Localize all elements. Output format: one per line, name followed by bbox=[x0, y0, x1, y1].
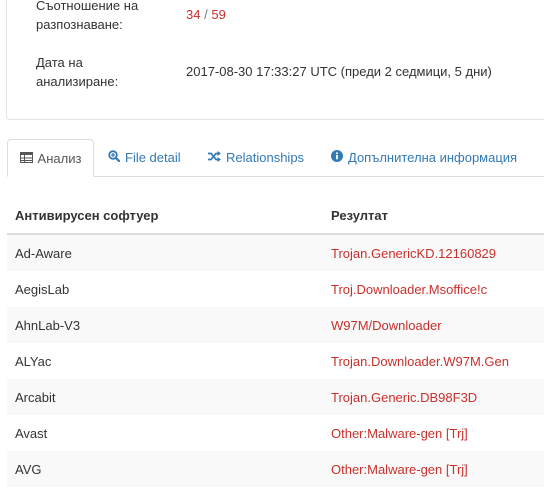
tab-bar: Анализ File detail Relationships Допълни… bbox=[7, 139, 544, 177]
table-row: AhnLab-V3 W97M/Downloader bbox=[7, 307, 544, 343]
antivirus-name: Ad-Aware bbox=[15, 246, 72, 261]
tab-analysis[interactable]: Анализ bbox=[7, 139, 94, 177]
detection-result: Troj.Downloader.Msoffice!c bbox=[331, 282, 488, 297]
table-icon bbox=[19, 140, 33, 178]
tab-file-detail[interactable]: File detail bbox=[108, 139, 181, 175]
detection-count: 34 bbox=[186, 7, 201, 22]
antivirus-name: AegisLab bbox=[15, 282, 70, 297]
detection-result: Other:Malware-gen [Trj] bbox=[331, 462, 468, 477]
column-header-result: Резултат bbox=[331, 208, 388, 223]
detection-result: Trojan.Downloader.W97M.Gen bbox=[331, 354, 509, 369]
table-row: Avast Other:Malware-gen [Trj] bbox=[7, 415, 544, 451]
table-row: AVG Other:Malware-gen [Trj] bbox=[7, 451, 544, 487]
tab-relationships[interactable]: Relationships bbox=[208, 139, 304, 175]
antivirus-name: Avast bbox=[15, 426, 48, 441]
tab-additional-info[interactable]: Допълнителна информация bbox=[331, 139, 517, 175]
detection-ratio-label-line1: Съотношение на bbox=[36, 0, 139, 13]
random-icon bbox=[208, 139, 221, 177]
detection-result: Trojan.GenericKD.12160829 bbox=[331, 246, 497, 261]
table-row: ALYac Trojan.Downloader.W97M.Gen bbox=[7, 343, 544, 379]
table-row: Ad-Aware Trojan.GenericKD.12160829 bbox=[7, 235, 544, 271]
analysis-date-value: 2017-08-30 17:33:27 UTC (преди 2 седмици… bbox=[186, 64, 492, 79]
info-circle-icon bbox=[331, 139, 343, 177]
analysis-date-label-line2: анализиране: bbox=[36, 74, 119, 89]
analysis-date-label: Дата на анализиране: bbox=[36, 53, 166, 91]
tab-relationships-label: Relationships bbox=[226, 150, 305, 165]
antivirus-name: Arcabit bbox=[15, 390, 56, 405]
antivirus-name: ALYac bbox=[15, 354, 52, 369]
ratio-separator: / bbox=[204, 7, 208, 22]
table-row: Arcabit Trojan.Generic.DB98F3D bbox=[7, 379, 544, 415]
antivirus-name: AVG bbox=[15, 462, 42, 477]
antivirus-name: AhnLab-V3 bbox=[15, 318, 81, 333]
detection-result: W97M/Downloader bbox=[331, 318, 442, 333]
tab-additional-info-label: Допълнителна информация bbox=[348, 150, 518, 165]
analysis-date-label-line1: Дата на bbox=[36, 55, 83, 70]
detection-result: Other:Malware-gen [Trj] bbox=[331, 426, 468, 441]
detection-ratio-value: 34 / 59 bbox=[186, 7, 226, 22]
detection-ratio-label: Съотношение на разпознаване: bbox=[36, 0, 166, 34]
detection-ratio-label-line2: разпознаване: bbox=[36, 17, 123, 32]
tab-analysis-label: Анализ bbox=[37, 151, 82, 166]
tab-file-detail-label: File detail bbox=[125, 150, 181, 165]
column-header-antivirus: Антивирусен софтуер bbox=[15, 208, 159, 223]
search-plus-icon bbox=[108, 139, 121, 177]
detection-result: Trojan.Generic.DB98F3D bbox=[331, 390, 478, 405]
engine-total: 59 bbox=[211, 7, 226, 22]
table-row: AegisLab Troj.Downloader.Msoffice!c bbox=[7, 271, 544, 307]
